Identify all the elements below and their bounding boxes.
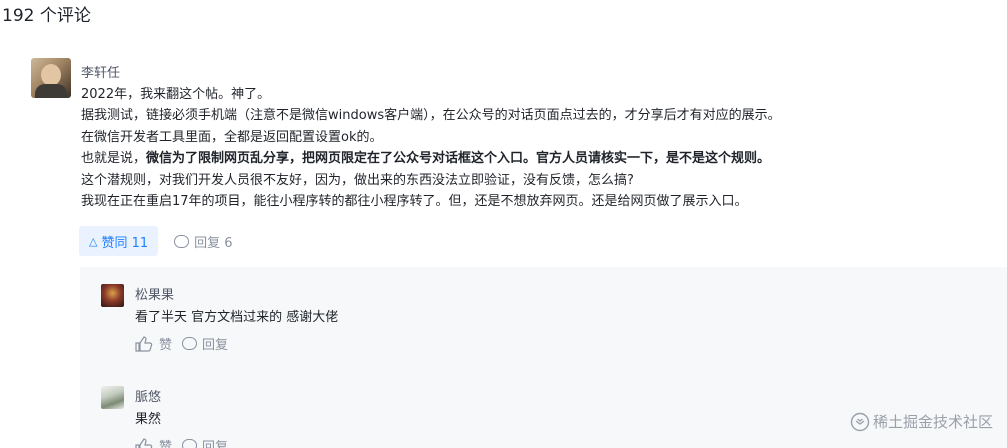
- comment-content: 2022年，我来翻这个帖。神了。 据我测试，链接必须手机端（注意不是微信wind…: [81, 84, 1001, 212]
- avatar[interactable]: [101, 284, 124, 307]
- comment-icon: [182, 439, 198, 448]
- comment-line: 2022年，我来翻这个帖。神了。: [81, 87, 271, 102]
- reply-label: 回复 6: [194, 235, 233, 251]
- comment-line: 也就是说，微信为了限制网页乱分享，把网页限定在了公众号对话框这个入口。官方人员请…: [81, 148, 1001, 169]
- comment-author[interactable]: 李轩任: [81, 62, 120, 81]
- comment-line-plain: 也就是说，: [81, 151, 147, 167]
- comment-count: 192 个评论: [2, 6, 91, 26]
- reply-actions: 赞 回复: [135, 436, 228, 448]
- avatar[interactable]: [31, 58, 71, 98]
- comment-line: 我现在正在重启17年的项目，能往小程序转的都往小程序转了。但，还是不想放弃网页。…: [81, 194, 748, 210]
- reply-reply-label: 回复: [202, 440, 229, 448]
- reply-text: 果然: [135, 412, 162, 427]
- reply-text: 看了半天 官方文档过来的 感谢大佬: [135, 310, 339, 325]
- avatar-body: [35, 84, 67, 98]
- watermark-text: 稀土掘金技术社区: [872, 413, 993, 431]
- reply-button[interactable]: 回复 6: [174, 232, 233, 251]
- reply-like-label: 赞: [159, 440, 173, 448]
- comment-icon: [182, 337, 198, 350]
- comment-icon: [174, 234, 190, 248]
- like-icon: △: [89, 234, 98, 248]
- comment-line-bold: 微信为了限制网页乱分享，把网页限定在了公众号对话框这个入口。官方人员请核实一下，…: [146, 151, 771, 167]
- thumbs-up-icon: [135, 335, 153, 352]
- reply-author[interactable]: 脈悠: [135, 386, 161, 405]
- comment-line: 据我测试，链接必须手机端（注意不是微信windows客户端），在公众号的对话页面…: [81, 108, 781, 124]
- watermark: 稀土掘金技术社区: [850, 411, 993, 432]
- reply-reply-button[interactable]: 回复: [182, 436, 228, 448]
- reply-actions: 赞 回复: [135, 334, 228, 353]
- reply-author[interactable]: 松果果: [135, 284, 174, 303]
- reply-like-button[interactable]: 赞: [135, 436, 172, 448]
- reply-like-label: 赞: [159, 338, 173, 353]
- avatar-face: [41, 64, 61, 86]
- avatar[interactable]: [101, 386, 124, 409]
- reply-reply-button[interactable]: 回复: [182, 334, 228, 353]
- comment-line: 在微信开发者工具里面，全都是返回配置设置ok的。: [81, 129, 383, 145]
- comment-actions: △ 赞同 11 回复 6: [79, 226, 233, 256]
- like-label: 赞同 11: [101, 235, 149, 251]
- like-button[interactable]: △ 赞同 11: [79, 226, 159, 256]
- reply-like-button[interactable]: 赞: [135, 334, 172, 353]
- reply-reply-label: 回复: [202, 338, 229, 353]
- juejin-logo-icon: [850, 412, 870, 431]
- thumbs-up-icon: [135, 437, 153, 448]
- comment-line: 这个潜规则，对我们开发人员很不友好，因为，做出来的东西没法立即验证，没有反馈，怎…: [81, 172, 634, 188]
